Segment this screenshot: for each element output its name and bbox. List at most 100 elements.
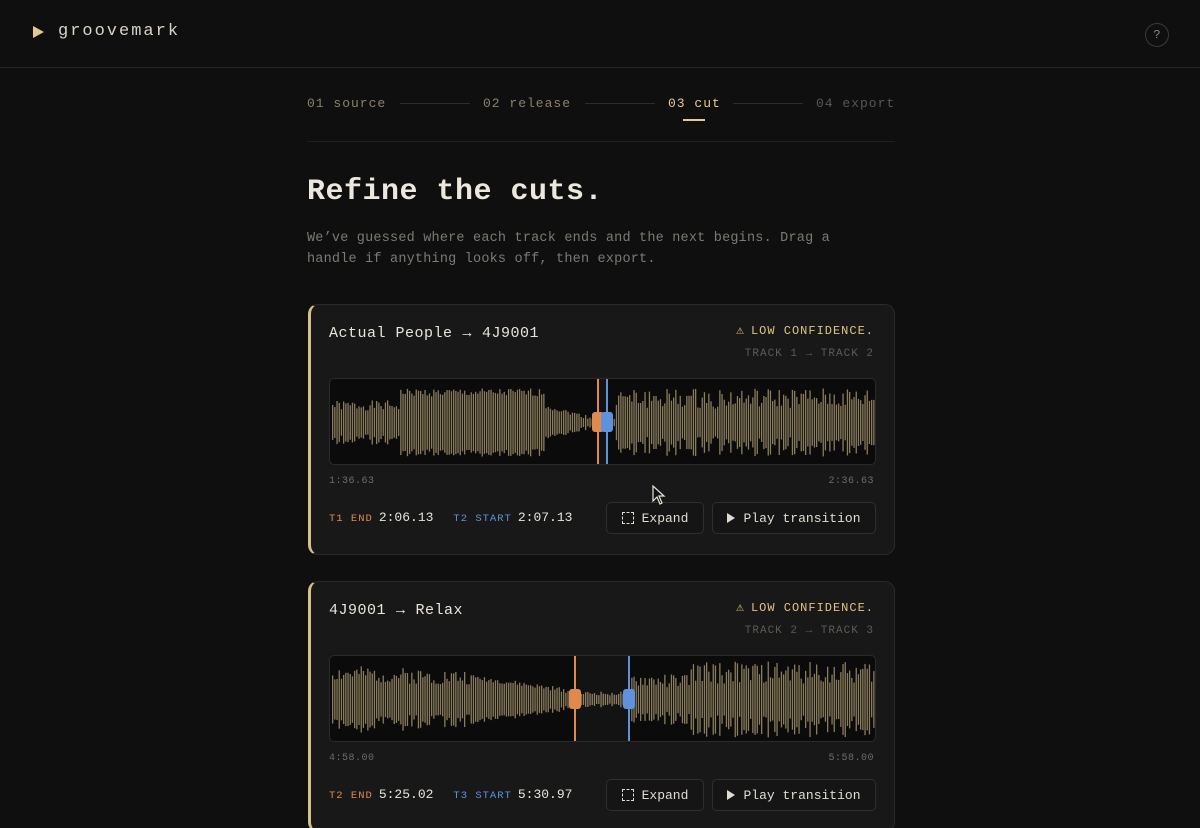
waveform-bar [622,396,624,449]
waveform-bar [690,669,692,730]
waveform-bar [646,407,648,438]
waveform[interactable] [329,378,876,465]
waveform-bar [651,400,653,445]
warning-icon: ⚠ [736,323,745,338]
step-divider [400,103,470,104]
waveform-bar [747,668,750,731]
waveform-bar [763,682,765,717]
waveform-bar [365,675,367,724]
waveform-bar [831,404,833,441]
waveform-bar [866,668,868,731]
waveform-bar [708,671,710,728]
waveform-bar [488,680,490,719]
waveform-bar [373,670,376,729]
waveform-bar [497,393,499,452]
waveform-bar [444,392,446,453]
waveform-bar [384,681,387,718]
waveform-bar [521,685,523,714]
waveform-bar [840,405,842,440]
waveform[interactable] [329,655,876,742]
waveform-bar [519,389,521,456]
waveform-bar [417,670,420,729]
waveform-bar [534,395,536,450]
waveform-bar [538,389,541,456]
waveform-bar [565,692,567,707]
waveform-bar [431,682,433,717]
waveform-bar [662,683,664,716]
waveform-bar [404,394,406,451]
waveform-bar [754,664,756,735]
waveform-bar [721,394,723,451]
waveform-bar [395,675,398,723]
waveform-bar [349,405,351,440]
step-cut[interactable]: 03 cut [668,96,721,111]
waveform-bar [424,390,426,455]
waveform-bar [563,410,565,435]
waveform-bar [387,400,389,445]
step-source[interactable]: 01 source [307,96,386,111]
waveform-bar [461,393,464,452]
window-start-time: 4:58.00 [329,753,375,764]
waveform-bar [538,686,541,713]
waveform-bar [448,390,450,455]
start-cut-handle[interactable] [623,689,635,709]
waveform-bar [393,674,395,724]
waveform-bar [398,409,400,436]
waveform-bar [380,682,382,717]
waveform-bar [811,399,813,446]
logo[interactable]: groovemark [33,22,180,41]
waveform-bar [571,412,574,433]
waveform-bar [805,670,807,729]
waveform-bar [446,678,448,721]
play-transition-button[interactable]: Play transition [712,502,876,534]
end-cut-handle[interactable] [569,689,581,709]
waveform-bar [481,388,483,457]
waveform-bar [809,390,811,455]
waveform-bar [422,394,424,451]
help-button[interactable]: ? [1145,23,1169,47]
waveform-bar [455,390,457,455]
waveform-bar [719,390,721,455]
start-value: 5:30.97 [517,787,573,802]
waveform-bar [692,389,695,456]
waveform-bar [580,417,582,428]
waveform-bar [719,663,721,736]
waveform-bar [646,685,648,714]
waveform-bar [433,389,435,456]
waveform-bar [670,674,673,725]
start-cut-handle[interactable] [601,412,613,432]
waveform-bar [543,688,545,711]
step-release[interactable]: 02 release [483,96,571,111]
waveform-bar [866,390,868,455]
waveform-bar [356,669,358,730]
waveform-bar [695,388,697,457]
waveform-bar [582,417,585,428]
waveform-bar [384,402,387,443]
waveform-bar [567,411,569,434]
waveform-bar [712,406,714,439]
waveform-bar [635,392,637,453]
waveform-bar [338,402,340,443]
waveform-bar [809,662,811,737]
waveform-bar [402,393,404,452]
waveform-bar [670,400,673,445]
waveform-bar [543,393,545,452]
expand-button[interactable]: Expand [606,502,704,534]
waveform-bar [712,664,714,735]
waveform-bar [860,400,862,445]
waveform-bar [653,396,655,449]
step-export[interactable]: 04 export [816,96,895,111]
waveform-bar [822,681,824,718]
waveform-bar [576,413,578,432]
waveform-bar [666,687,668,712]
waveform-bar [431,396,433,449]
waveform-bar [409,683,411,716]
waveform-bar [741,664,743,735]
cut-times: T2 END 5:25.02 T3 START 5:30.97 [329,787,592,802]
waveform-bar [332,675,334,724]
play-transition-button[interactable]: Play transition [712,779,876,811]
waveform-bar [545,686,547,713]
waveform-bar [800,678,802,721]
expand-button[interactable]: Expand [606,779,704,811]
waveform-bar [741,390,743,455]
